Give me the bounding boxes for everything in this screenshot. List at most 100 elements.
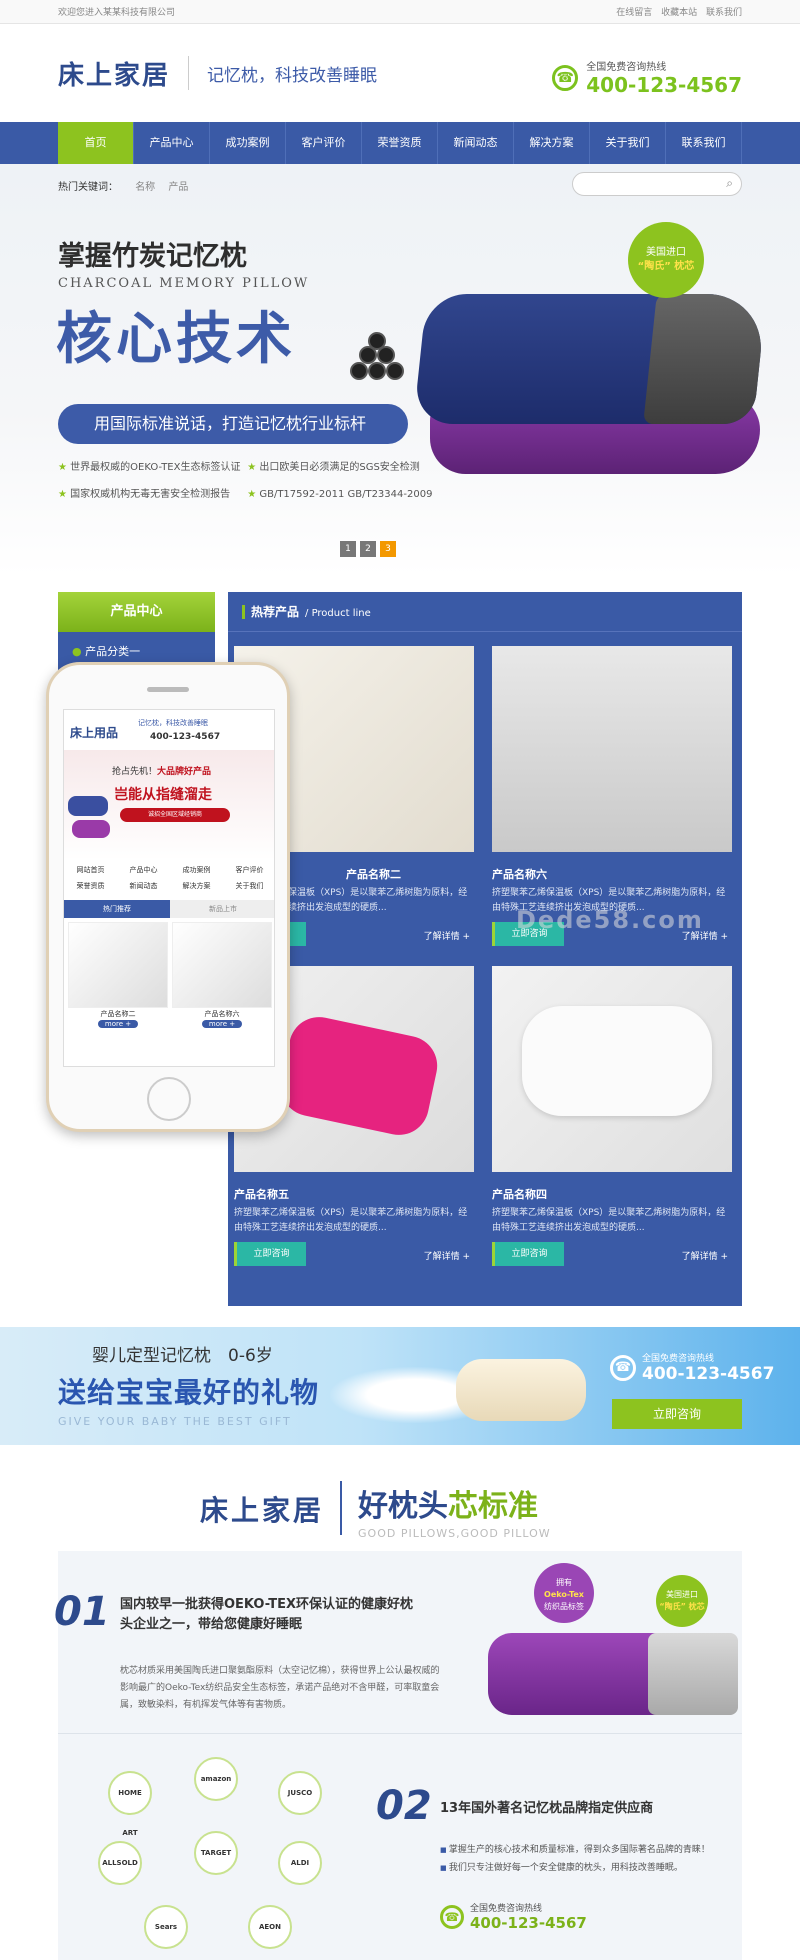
oeko-badge-mid: Oeko-Tex xyxy=(544,1590,584,1599)
section-title: 床上家居 好枕头芯标准 GOOD PILLOWS,GOOD PILLOW xyxy=(200,1481,551,1540)
brand-logo: AEON xyxy=(248,1905,292,1949)
point-number: 02 xyxy=(376,1783,432,1829)
search-icon[interactable]: ⌕ xyxy=(726,176,733,191)
link-message[interactable]: 在线留言 xyxy=(616,8,652,18)
mobile-banner-pill: 诚招全国区域经销商 xyxy=(120,808,230,822)
nav-products[interactable]: 产品中心 xyxy=(134,122,210,164)
more-link[interactable]: 了解详情 + xyxy=(682,1249,728,1262)
mobile-card: 产品名称二 more + xyxy=(68,922,168,1032)
site-header: 床上家居 记忆枕，科技改善睡眠 ☎ 全国免费咨询热线 400-123-4567 xyxy=(0,24,800,122)
brand-logo: HOME ART xyxy=(108,1771,152,1837)
mobile-nav-item: 解决方案 xyxy=(182,882,211,890)
hot-keyword[interactable]: 产品 xyxy=(168,182,188,193)
mobile-nav-item: 网站首页 xyxy=(76,866,105,874)
mobile-tab: 新品上市 xyxy=(170,900,274,918)
oeko-badge-bottom: 纺织品标签 xyxy=(544,1602,584,1611)
mobile-more: more + xyxy=(98,1020,138,1028)
section-heading-a: 好枕头 xyxy=(358,1489,449,1524)
product-image[interactable] xyxy=(492,966,732,1172)
nav-home[interactable]: 首页 xyxy=(58,122,134,164)
mobile-banner-headline: 岂能从指缝溜走 xyxy=(114,787,212,803)
badge-bottom: “陶氏” 枕芯 xyxy=(637,261,695,272)
top-links: 在线留言 收藏本站 联系我们 xyxy=(610,5,742,18)
pager-dot-active[interactable]: 3 xyxy=(380,541,396,557)
nav-about[interactable]: 关于我们 xyxy=(590,122,666,164)
slider-pager: 1 2 3 xyxy=(340,541,400,557)
link-contact[interactable]: 联系我们 xyxy=(706,8,742,18)
product-name[interactable]: 产品名称五 xyxy=(234,1186,474,1202)
mobile-nav-item: 新闻动态 xyxy=(129,882,158,890)
more-link[interactable]: 了解详情 + xyxy=(424,929,470,942)
mobile-preview: 床上用品 记忆枕，科技改善睡眠 400-123-4567 抢占先机！大品牌好产品… xyxy=(46,662,290,1132)
hero-banner: 热门关键词： 名称 产品 ⌕ 掌握竹炭记忆枕 CHARCOAL MEMORY P… xyxy=(0,164,800,576)
search-input[interactable]: ⌕ xyxy=(572,172,742,196)
watermark: Dede58.com xyxy=(516,906,704,934)
consult-button[interactable]: 立即咨询 xyxy=(234,1242,306,1266)
site-logo[interactable]: 床上家居 xyxy=(58,55,170,92)
point-description: 枕芯材质采用美国陶氏进口聚氨酯原料（太空记忆棉），获得世界上公认最权威的影响最广… xyxy=(120,1666,440,1710)
mobile-banner-text-b: 大品牌好产品 xyxy=(157,767,212,777)
phone-icon: ☎ xyxy=(552,64,579,91)
section-heading: 好枕头芯标准 xyxy=(358,1481,551,1525)
link-bookmark[interactable]: 收藏本站 xyxy=(661,8,697,18)
baby-pillow-image xyxy=(456,1359,586,1421)
nav-honors[interactable]: 荣誉资质 xyxy=(362,122,438,164)
baby-banner-title: 婴儿定型记忆枕 0-6岁 xyxy=(92,1346,273,1366)
brand-logos: HOME ART amazon JUSCO ALLSOLD TARGET ALD… xyxy=(98,1757,338,1953)
header-hotline: ☎ 全国免费咨询热线 400-123-4567 xyxy=(552,58,742,97)
pager-dot[interactable]: 1 xyxy=(340,541,356,557)
mobile-card-name: 产品名称六 xyxy=(204,1010,240,1018)
hot-keyword[interactable]: 名称 xyxy=(135,182,155,193)
mobile-nav-item: 产品中心 xyxy=(129,866,158,874)
point-heading: 13年国外著名记忆枕品牌指定供应商 xyxy=(440,1801,654,1816)
charcoal-image xyxy=(346,332,416,388)
product-card[interactable]: 产品名称四 挤塑聚苯乙烯保温板（XPS）是以聚苯乙烯树脂为原料，经由特殊工艺连续… xyxy=(492,966,732,1278)
mobile-more: more + xyxy=(202,1020,242,1028)
baby-pillow-banner[interactable]: 婴儿定型记忆枕 0-6岁 送给宝宝最好的礼物 GIVE YOUR BABY TH… xyxy=(0,1327,800,1445)
pager-dot[interactable]: 2 xyxy=(360,541,376,557)
content-area: 产品中心 产品分类一 热荐产品 / Product line 产品名称二 挤塑聚苯… xyxy=(0,576,800,1306)
consult-button[interactable]: 立即咨询 xyxy=(492,1242,564,1266)
mobile-nav-item: 客户评价 xyxy=(235,866,264,874)
mobile-logo: 床上用品 xyxy=(70,726,119,740)
import-badge-top: 美国进口 xyxy=(666,1590,698,1599)
nav-solutions[interactable]: 解决方案 xyxy=(514,122,590,164)
feature-item: 出口欧美日必须满足的SGS安全检测 xyxy=(247,458,433,473)
point-list-item: 掌握生产的核心技术和质量标准，得到众多国际著名品牌的青睐！ xyxy=(440,1841,740,1859)
phone-home-button xyxy=(147,1077,191,1121)
phone-speaker xyxy=(147,687,189,692)
hotline-number: 400-123-4567 xyxy=(470,1914,587,1932)
banner-features: 世界最权威的OEKO-TEX生态标签认证 出口欧美日必须满足的SGS安全检测 国… xyxy=(58,458,438,512)
nav-reviews[interactable]: 客户评价 xyxy=(286,122,362,164)
hotline-label: 全国免费咨询热线 xyxy=(470,1904,543,1914)
feature-item: 国家权威机构无毒无害安全检测报告 xyxy=(58,485,244,500)
standards-panel: 01 国内较早一批获得OEKO-TEX环保认证的健康好枕头企业之一，带给您健康好… xyxy=(54,1551,742,1960)
badge-top: 美国进口 xyxy=(646,247,686,258)
mobile-pillow-image xyxy=(68,796,108,816)
product-image[interactable] xyxy=(492,646,732,852)
top-bar: 欢迎您进入某某科技有限公司 在线留言 收藏本站 联系我们 xyxy=(0,0,800,24)
panel-divider xyxy=(58,1733,742,1734)
slogan-divider xyxy=(188,56,190,90)
mobile-banner-text-a: 抢占先机！ xyxy=(112,767,158,777)
oeko-badge-top: 拥有 xyxy=(556,1578,572,1587)
point-heading: 国内较早一批获得OEKO-TEX环保认证的健康好枕头企业之一，带给您健康好睡眠 xyxy=(120,1597,413,1632)
more-link[interactable]: 了解详情 + xyxy=(424,1249,470,1262)
feature-item: 世界最权威的OEKO-TEX生态标签认证 xyxy=(58,458,244,473)
banner-title: 掌握竹炭记忆枕 xyxy=(58,241,247,272)
feature-item: GB/T17592-2011 GB/T23344-2009 xyxy=(247,489,433,500)
nav-cases[interactable]: 成功案例 xyxy=(210,122,286,164)
mobile-slogan: 记忆枕，科技改善睡眠 xyxy=(138,719,208,727)
mobile-pillow-image xyxy=(72,820,110,838)
product-name[interactable]: 产品名称六 xyxy=(492,866,732,882)
product-name[interactable]: 产品名称四 xyxy=(492,1186,732,1202)
welcome-text: 欢迎您进入某某科技有限公司 xyxy=(58,8,176,18)
nav-news[interactable]: 新闻动态 xyxy=(438,122,514,164)
hot-keywords: 热门关键词： 名称 产品 xyxy=(58,178,198,193)
nav-contact[interactable]: 联系我们 xyxy=(666,122,742,164)
section-logo: 床上家居 xyxy=(200,1494,325,1527)
hot-products: 热荐产品 / Product line 产品名称二 挤塑聚苯乙烯保温板（XPS）是… xyxy=(228,592,742,1306)
baby-consult-button[interactable]: 立即咨询 xyxy=(612,1399,742,1429)
point-list: 掌握生产的核心技术和质量标准，得到众多国际著名品牌的青睐！ 我们只专注做好每一个… xyxy=(440,1841,740,1877)
mobile-card: 产品名称六 more + xyxy=(172,922,272,1032)
